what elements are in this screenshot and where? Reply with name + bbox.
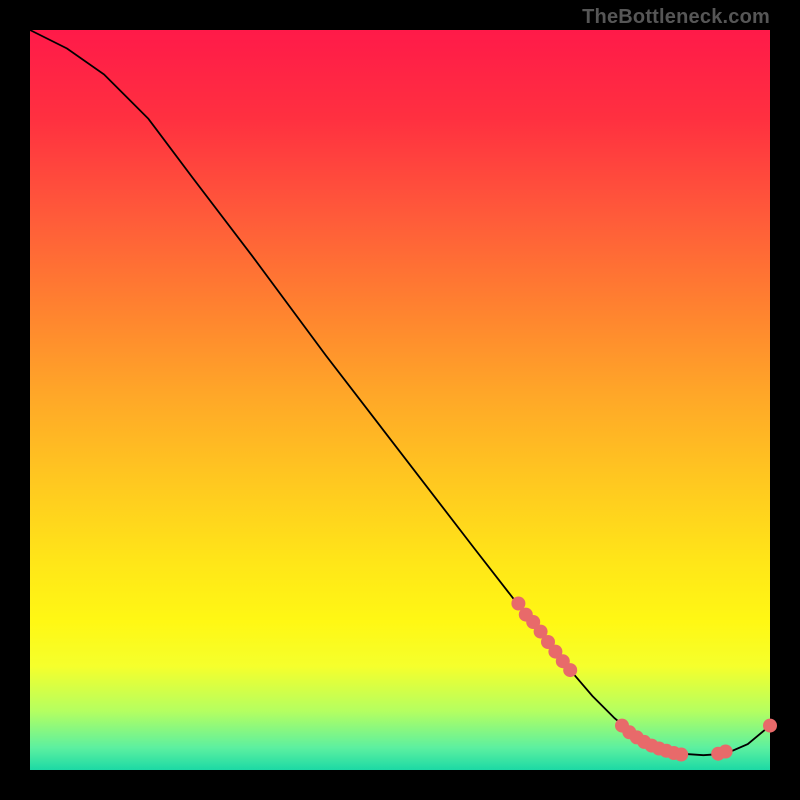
bottleneck-curve (30, 30, 770, 755)
curve-markers (511, 597, 777, 762)
curve-marker (719, 745, 733, 759)
plot-area (30, 30, 770, 770)
attribution-text: TheBottleneck.com (582, 6, 770, 29)
chart-frame: TheBottleneck.com (0, 0, 800, 800)
curve-marker (563, 663, 577, 677)
curve-marker (763, 719, 777, 733)
curve-layer (30, 30, 770, 770)
curve-marker (674, 748, 688, 762)
